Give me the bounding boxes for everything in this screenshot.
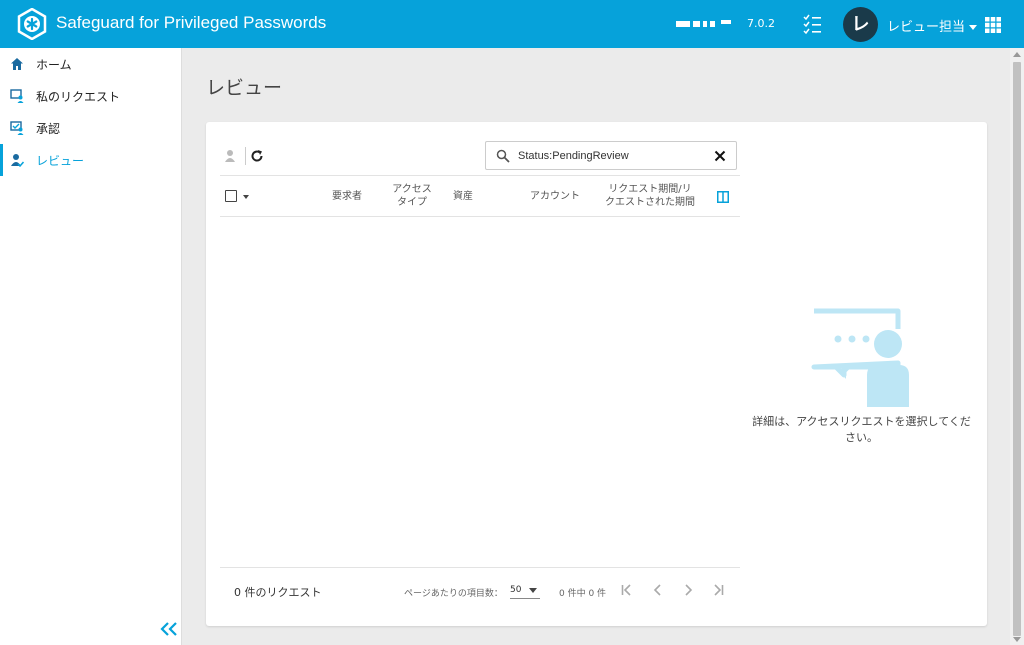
- search-box: [485, 141, 737, 170]
- refresh-icon[interactable]: [250, 149, 264, 163]
- server-name-redacted: [676, 20, 731, 28]
- app-grid-icon[interactable]: [985, 17, 1001, 33]
- items-per-page-label: ページあたりの項目数：: [404, 589, 503, 599]
- caret-down-icon: [969, 25, 978, 30]
- column-header-access-type[interactable]: アクセス タイプ: [387, 183, 437, 209]
- column-header-requester[interactable]: 要求者: [327, 190, 367, 203]
- task-list-icon[interactable]: [802, 13, 822, 35]
- sidebar-item-label: 私のリクエスト: [36, 89, 121, 104]
- toolbar-divider: [245, 147, 246, 165]
- sidebar-item-label: レビュー: [36, 153, 85, 168]
- sidebar-item-label: ホーム: [36, 57, 72, 72]
- user-menu-label: レビュー担当: [887, 20, 966, 35]
- search-icon: [496, 149, 510, 163]
- review-icon: [11, 154, 24, 167]
- clear-search-icon[interactable]: [714, 150, 726, 162]
- sidebar-item-label: 承認: [36, 121, 61, 136]
- caret-down-icon[interactable]: [243, 195, 249, 199]
- next-page-icon[interactable]: [681, 583, 695, 597]
- page-range: 0 件中 0 件: [559, 589, 607, 599]
- sidebar-item-approvals[interactable]: 承認: [0, 112, 181, 144]
- sidebar-item-home[interactable]: ホーム: [0, 48, 181, 80]
- column-header-asset[interactable]: 資産: [448, 190, 478, 203]
- top-bar: Safeguard for Privileged Passwords 7.0.2…: [0, 0, 1024, 48]
- column-chooser-icon[interactable]: [717, 191, 729, 203]
- empty-state-illustration: [811, 308, 909, 407]
- review-card: 要求者 アクセス タイプ 資産 アカウント リクエスト期間/リ クエストされた期…: [206, 122, 987, 626]
- search-input[interactable]: [518, 147, 708, 165]
- sidebar-item-my-requests[interactable]: 私のリクエスト: [0, 80, 181, 112]
- sidebar: ホーム 私のリクエスト 承認 レビュー: [0, 48, 182, 645]
- table-footer: 0 件のリクエスト ページあたりの項目数： 50 0 件中 0 件: [220, 567, 740, 617]
- version-label: 7.0.2: [747, 17, 775, 30]
- scroll-up-icon[interactable]: [1013, 52, 1021, 57]
- my-requests-icon: [10, 89, 24, 103]
- scroll-down-icon[interactable]: [1013, 637, 1021, 642]
- avatar[interactable]: レ: [843, 7, 878, 42]
- scrollbar-thumb[interactable]: [1013, 62, 1021, 636]
- items-per-page-select[interactable]: 50: [510, 582, 540, 599]
- items-per-page-value: 50: [510, 585, 522, 595]
- column-header-account[interactable]: アカウント: [525, 190, 585, 203]
- first-page-icon[interactable]: [620, 583, 634, 597]
- user-menu[interactable]: レビュー担当: [887, 16, 978, 35]
- collapse-sidebar-icon[interactable]: [160, 621, 178, 637]
- app-title: Safeguard for Privileged Passwords: [56, 13, 327, 32]
- sidebar-item-review[interactable]: レビュー: [0, 144, 181, 176]
- request-count: 0 件のリクエスト: [234, 586, 322, 599]
- safeguard-logo-icon[interactable]: [16, 8, 48, 40]
- home-icon: [11, 58, 23, 70]
- select-all-checkbox[interactable]: [225, 190, 237, 202]
- last-page-icon[interactable]: [711, 583, 725, 597]
- caret-down-icon: [529, 588, 537, 593]
- empty-state-message: 詳細は、アクセスリクエストを選択してください。: [752, 415, 971, 444]
- person-icon[interactable]: [224, 149, 238, 163]
- page-scrollbar[interactable]: [1010, 48, 1024, 645]
- table-header: 要求者 アクセス タイプ 資産 アカウント リクエスト期間/リ クエストされた期…: [220, 175, 740, 217]
- column-header-request-period[interactable]: リクエスト期間/リ クエストされた期間: [595, 183, 705, 209]
- page-title: レビュー: [206, 78, 283, 99]
- approvals-icon: [10, 121, 24, 135]
- previous-page-icon[interactable]: [651, 583, 665, 597]
